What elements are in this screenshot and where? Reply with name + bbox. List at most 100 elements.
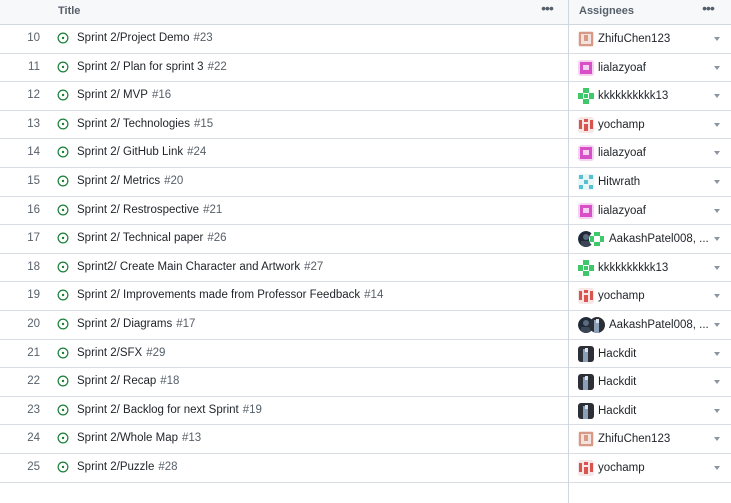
issue-number[interactable]: #21 (203, 204, 222, 216)
issue-number[interactable]: #26 (207, 232, 226, 244)
table-row[interactable]: 12 Sprint 2/ MVP #16 kkkkkkkkkk13 (0, 82, 731, 111)
issue-title[interactable]: Sprint 2/ MVP #16 (77, 89, 171, 101)
triangle-down-icon[interactable] (714, 208, 720, 213)
assignee-cell[interactable]: Hitwrath (578, 173, 640, 191)
table-row[interactable]: 13 Sprint 2/ Technologies #15 yochamp (0, 111, 731, 140)
table-row[interactable]: 10 Sprint 2/Project Demo #23 ZhifuChen123 (0, 25, 731, 54)
issue-number[interactable]: #23 (194, 32, 213, 44)
issue-title-text[interactable]: Sprint 2/Puzzle (77, 461, 154, 473)
assignee-cell[interactable]: lialazyoaf (578, 202, 646, 220)
table-row[interactable]: 21 Sprint 2/SFX #29 Hackdit (0, 340, 731, 369)
issue-title[interactable]: Sprint 2/ Restrospective #21 (77, 204, 222, 216)
issue-number[interactable]: #24 (187, 146, 206, 158)
assignee-cell[interactable]: yochamp (578, 116, 645, 134)
assignee-cell[interactable]: Hackdit (578, 345, 636, 363)
table-row[interactable]: 17 Sprint 2/ Technical paper #26 AakashPate… (0, 225, 731, 254)
issue-title-text[interactable]: Sprint 2/ Plan for sprint 3 (77, 61, 204, 73)
triangle-down-icon[interactable] (714, 265, 720, 270)
issue-title[interactable]: Sprint 2/ Technical paper #26 (77, 232, 227, 244)
issue-title-text[interactable]: Sprint 2/ Metrics (77, 175, 160, 187)
triangle-down-icon[interactable] (714, 408, 720, 413)
issue-title-text[interactable]: Sprint 2/Project Demo (77, 32, 190, 44)
assignee-cell[interactable]: Hackdit (578, 402, 636, 420)
issue-number[interactable]: #27 (304, 261, 323, 273)
table-row[interactable]: 20 Sprint 2/ Diagrams #17 AakashPatel008, .… (0, 311, 731, 340)
title-column-menu-icon[interactable]: ••• (538, 1, 556, 17)
assignee-cell[interactable]: ZhifuChen123 (578, 430, 670, 448)
triangle-down-icon[interactable] (714, 151, 720, 156)
triangle-down-icon[interactable] (714, 380, 720, 385)
issue-title[interactable]: Sprint 2/ Metrics #20 (77, 175, 183, 187)
triangle-down-icon[interactable] (714, 437, 720, 442)
issue-title[interactable]: Sprint 2/ Technologies #15 (77, 118, 213, 130)
issue-number[interactable]: #15 (194, 118, 213, 130)
triangle-down-icon[interactable] (714, 322, 720, 327)
issue-title[interactable]: Sprint 2/ Diagrams #17 (77, 318, 195, 330)
issue-number[interactable]: #28 (158, 461, 177, 473)
issue-number[interactable]: #19 (243, 404, 262, 416)
triangle-down-icon[interactable] (714, 179, 720, 184)
issue-title[interactable]: Sprint2/ Create Main Character and Artwo… (77, 261, 323, 273)
triangle-down-icon[interactable] (714, 94, 720, 99)
table-row[interactable]: 11 Sprint 2/ Plan for sprint 3 #22 lialazyo… (0, 54, 731, 83)
issue-title[interactable]: Sprint 2/ Backlog for next Sprint #19 (77, 404, 262, 416)
table-row[interactable]: 16 Sprint 2/ Restrospective #21 lialazyoaf (0, 197, 731, 226)
table-row[interactable]: 18 Sprint2/ Create Main Character and Art… (0, 254, 731, 283)
issue-number[interactable]: #20 (164, 175, 183, 187)
assignee-cell[interactable]: Hackdit (578, 373, 636, 391)
assignee-cell[interactable]: AakashPatel008, ... (578, 230, 709, 248)
triangle-down-icon[interactable] (714, 465, 720, 470)
triangle-down-icon[interactable] (714, 237, 720, 242)
issue-title[interactable]: Sprint 2/ Recap #18 (77, 375, 179, 387)
issue-number[interactable]: #14 (364, 289, 383, 301)
issue-title-text[interactable]: Sprint 2/ Technologies (77, 118, 190, 130)
assignee-cell[interactable]: yochamp (578, 287, 645, 305)
issue-title-text[interactable]: Sprint2/ Create Main Character and Artwo… (77, 261, 300, 273)
issue-title[interactable]: Sprint 2/SFX #29 (77, 347, 165, 359)
assignee-cell[interactable]: kkkkkkkkkk13 (578, 87, 668, 105)
table-row[interactable]: 25 Sprint 2/Puzzle #28 yochamp (0, 454, 731, 483)
issue-title-text[interactable]: Sprint 2/SFX (77, 347, 142, 359)
issue-title[interactable]: Sprint 2/Project Demo #23 (77, 32, 213, 44)
issue-title-text[interactable]: Sprint 2/ MVP (77, 89, 148, 101)
assignee-cell[interactable]: yochamp (578, 459, 645, 477)
issue-number[interactable]: #17 (176, 318, 195, 330)
issue-title-text[interactable]: Sprint 2/ Restrospective (77, 204, 199, 216)
issue-title[interactable]: Sprint 2/ GitHub Link #24 (77, 146, 206, 158)
issue-title-text[interactable]: Sprint 2/ Backlog for next Sprint (77, 404, 239, 416)
issue-title-text[interactable]: Sprint 2/ Improvements made from Profess… (77, 289, 360, 301)
triangle-down-icon[interactable] (714, 122, 720, 127)
issue-number[interactable]: #18 (160, 375, 179, 387)
issue-number[interactable]: #22 (208, 61, 227, 73)
table-row[interactable]: 15 Sprint 2/ Metrics #20 Hitwrath (0, 168, 731, 197)
issue-title[interactable]: Sprint 2/Whole Map #13 (77, 432, 201, 444)
issue-title-text[interactable]: Sprint 2/ Recap (77, 375, 156, 387)
triangle-down-icon[interactable] (714, 351, 720, 356)
assignee-cell[interactable]: kkkkkkkkkk13 (578, 259, 668, 277)
assignee-cell[interactable]: ZhifuChen123 (578, 30, 670, 48)
issue-title[interactable]: Sprint 2/ Improvements made from Profess… (77, 289, 383, 301)
issue-number[interactable]: #13 (182, 432, 201, 444)
issue-title-text[interactable]: Sprint 2/ Diagrams (77, 318, 172, 330)
column-header-title[interactable]: Title (58, 5, 80, 17)
table-row[interactable]: 24 Sprint 2/Whole Map #13 ZhifuChen123 (0, 425, 731, 454)
issue-title[interactable]: Sprint 2/Puzzle #28 (77, 461, 178, 473)
issue-title-text[interactable]: Sprint 2/ Technical paper (77, 232, 203, 244)
issue-number[interactable]: #16 (152, 89, 171, 101)
assignee-cell[interactable]: lialazyoaf (578, 59, 646, 77)
column-header-assignees[interactable]: Assignees (579, 5, 634, 17)
table-row[interactable]: 14 Sprint 2/ GitHub Link #24 lialazyoaf (0, 139, 731, 168)
issue-title[interactable]: Sprint 2/ Plan for sprint 3 #22 (77, 61, 227, 73)
issue-title-text[interactable]: Sprint 2/ GitHub Link (77, 146, 183, 158)
triangle-down-icon[interactable] (714, 294, 720, 299)
triangle-down-icon[interactable] (714, 37, 720, 41)
issue-number[interactable]: #29 (146, 347, 165, 359)
assignees-column-menu-icon[interactable]: ••• (699, 1, 717, 17)
table-row[interactable]: 23 Sprint 2/ Backlog for next Sprint #19 Ha… (0, 397, 731, 426)
issue-title-text[interactable]: Sprint 2/Whole Map (77, 432, 178, 444)
table-row[interactable]: 22 Sprint 2/ Recap #18 Hackdit (0, 368, 731, 397)
assignee-cell[interactable]: AakashPatel008, ... (578, 316, 709, 334)
triangle-down-icon[interactable] (714, 65, 720, 70)
assignee-cell[interactable]: lialazyoaf (578, 144, 646, 162)
table-row[interactable]: 19 Sprint 2/ Improvements made from Profe… (0, 282, 731, 311)
